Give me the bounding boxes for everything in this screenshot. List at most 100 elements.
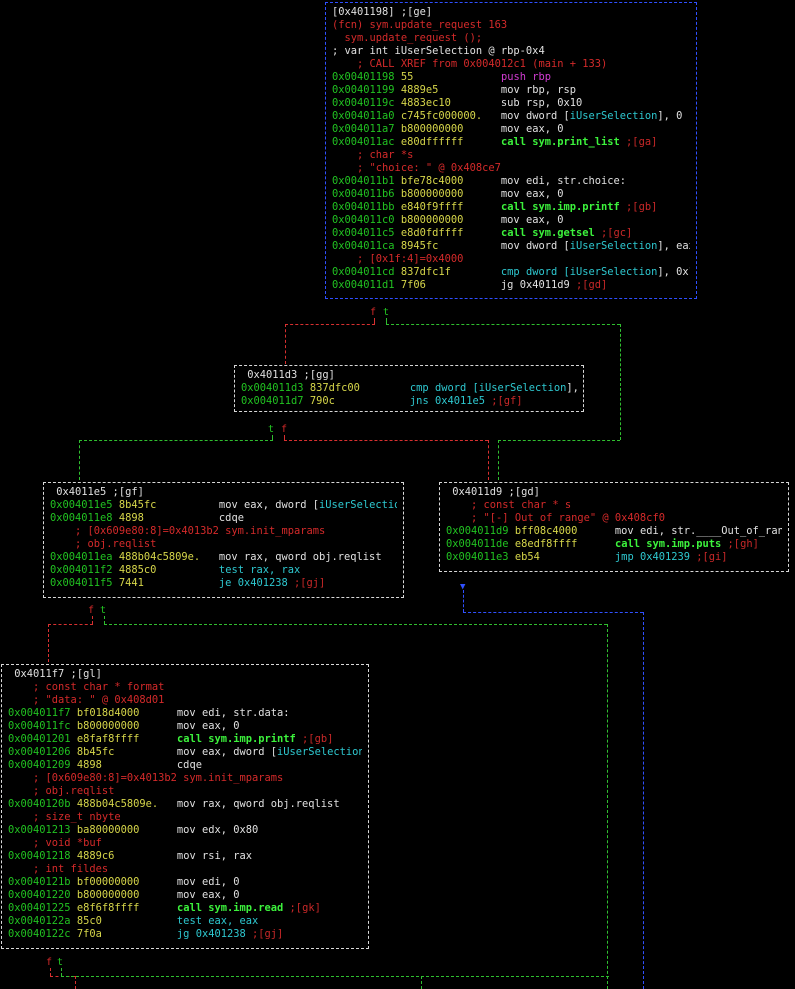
instruction-line[interactable]: ; obj.reqlist <box>50 538 397 551</box>
instruction-segment: ; size_t nbyte <box>8 811 121 823</box>
instruction-line[interactable]: (fcn) sym.update_request 163 <box>332 19 690 32</box>
instruction-line[interactable]: 0x004011f5 7441 je 0x401238 ;[gj] <box>50 577 397 590</box>
instruction-line[interactable]: 0x004011cd 837dfc1f cmp dword [iUserSele… <box>332 266 690 279</box>
instruction-line[interactable]: 0x00401218 4889c6 mov rsi, rax <box>8 850 362 863</box>
instruction-line[interactable]: ; "choice: " @ 0x408ce7 <box>332 162 690 175</box>
instruction-line[interactable]: 0x004011c5 e8d0fdffff call sym.getsel ;[… <box>332 227 690 240</box>
instruction-line[interactable]: 0x004011ac e80dffffff call sym.print_lis… <box>332 136 690 149</box>
instruction-line[interactable]: ; [0x609e80:8]=0x4013b2 sym.init_mparams <box>50 525 397 538</box>
instruction-line[interactable]: 0x004011f2 4885c0 test rax, rax <box>50 564 397 577</box>
instruction-segment: mov eax, 0 <box>463 214 564 226</box>
edge-false-4011d3-horizontal <box>284 440 488 441</box>
instruction-line[interactable]: 0x00401198 55 push rbp <box>332 71 690 84</box>
instruction-segment: ;[gk] <box>283 902 321 914</box>
instruction-segment: cmp dword [ <box>500 266 570 278</box>
graph-node-4011d9[interactable]: 0x4011d9 ;[gd] ; const char * s ; "[-] O… <box>439 482 789 572</box>
edge-false-4011d3-to-4011d9 <box>488 440 489 480</box>
instruction-segment: 55 <box>400 71 414 83</box>
instruction-line[interactable]: ; int fildes <box>8 863 362 876</box>
instruction-line[interactable]: 0x00401209 4898 cdqe <box>8 759 362 772</box>
instruction-segment <box>413 71 501 83</box>
instruction-segment: 0x004011e8 <box>50 512 119 524</box>
instruction-segment: 0x004011d7 <box>241 395 310 407</box>
instruction-line[interactable]: 0x0040120b 488b04c5809e. mov rax, qword … <box>8 798 362 811</box>
instruction-segment: 0x0040121b <box>8 876 77 888</box>
instruction-segment: ; obj.reqlist <box>8 785 115 797</box>
instruction-segment: jg 0x401238 <box>101 928 252 940</box>
instruction-segment: 0x004011fc <box>8 720 77 732</box>
instruction-segment: ], 0x1f <box>657 266 690 278</box>
instruction-segment: test eax, eax <box>101 915 259 927</box>
instruction-line[interactable]: 0x004011e3 eb54 jmp 0x401239 ;[gi] <box>446 551 782 564</box>
instruction-line[interactable]: 0x0040122c 7f0a jg 0x401238 ;[gj] <box>8 928 362 941</box>
edge-false-root-to-4011d3 <box>285 324 286 364</box>
instruction-segment: mov eax, dword [ <box>156 499 320 511</box>
instruction-line[interactable]: 0x0040119c 4883ec10 sub rsp, 0x10 <box>332 97 690 110</box>
instruction-segment: 0x004011c0 <box>332 214 401 226</box>
graph-node-update-request[interactable]: [0x401198] ;[ge] (fcn) sym.update_reques… <box>325 2 697 299</box>
instruction-line[interactable]: ; [0x1f:4]=0x4000 <box>332 253 690 266</box>
edge-false-4011e5-horizontal <box>48 624 93 625</box>
instruction-segment: ; void *buf <box>8 837 102 849</box>
instruction-line[interactable]: ; "data: " @ 0x408d01 <box>8 694 362 707</box>
instruction-line[interactable]: 0x004011d3 837dfc00 cmp dword [iUserSele… <box>241 382 577 395</box>
instruction-segment: ;[gb] <box>295 733 334 745</box>
instruction-segment <box>139 733 177 745</box>
edge-true-root-horizontal <box>386 324 620 325</box>
instruction-line[interactable]: 0x00401201 e8faf8ffff call sym.imp.print… <box>8 733 362 746</box>
instruction-line[interactable]: 0x004011d1 7f06 jg 0x4011d9 ;[gd] <box>332 279 690 292</box>
graph-node-4011d3[interactable]: 0x4011d3 ;[gg] 0x004011d3 837dfc00 cmp d… <box>234 365 584 412</box>
instruction-line[interactable]: ; obj.reqlist <box>8 785 362 798</box>
instruction-line[interactable]: 0x004011ea 488b04c5809e. mov rax, qword … <box>50 551 397 564</box>
instruction-segment: mov rbp, rsp <box>438 84 577 96</box>
instruction-line[interactable]: ; char *s <box>332 149 690 162</box>
instruction-segment: cdqe <box>143 512 244 524</box>
instruction-segment: mov eax, dword [ <box>114 746 278 758</box>
instruction-line[interactable]: 0x004011d9 bff08c4000 mov edi, str.____O… <box>446 525 782 538</box>
instruction-line[interactable]: ; CALL XREF from 0x004012c1 (main + 133) <box>332 58 690 71</box>
instruction-segment: 0x00401199 <box>332 84 401 96</box>
instruction-line[interactable]: 0x004011bb e840f9ffff call sym.imp.print… <box>332 201 690 214</box>
instruction-line[interactable]: sym.update_request (); <box>332 32 690 45</box>
edge-true-root-to-4011d9 <box>620 324 621 440</box>
edge-true-4011d3-horizontal <box>79 440 273 441</box>
instruction-line[interactable]: 0x00401225 e8f6f8ffff call sym.imp.read … <box>8 902 362 915</box>
instruction-line[interactable]: 0x00401220 b800000000 mov eax, 0 <box>8 889 362 902</box>
graph-node-4011f7[interactable]: 0x4011f7 ;[gl] ; const char * format ; "… <box>1 664 369 949</box>
instruction-line[interactable]: 0x004011c0 b800000000 mov eax, 0 <box>332 214 690 227</box>
instruction-line[interactable]: ; [0x609e80:8]=0x4013b2 sym.init_mparams <box>8 772 362 785</box>
instruction-line[interactable]: 0x00401206 8b45fc mov eax, dword [iUserS… <box>8 746 362 759</box>
instruction-line[interactable]: ; var int iUserSelection @ rbp-0x4 <box>332 45 690 58</box>
instruction-line[interactable]: 0x004011a7 b800000000 mov eax, 0 <box>332 123 690 136</box>
instruction-line[interactable]: 0x004011a0 c745fc000000. mov dword [iUse… <box>332 110 690 123</box>
instruction-line[interactable]: ; size_t nbyte <box>8 811 362 824</box>
instruction-segment <box>463 201 501 213</box>
instruction-segment: b800000000 <box>400 188 464 200</box>
edge-true-4011e5-down <box>104 616 105 624</box>
instruction-line[interactable]: 0x004011b1 bfe78c4000 mov edi, str.choic… <box>332 175 690 188</box>
instruction-segment: e8edf8ffff <box>514 538 578 550</box>
instruction-line[interactable]: 0x00401199 4889e5 mov rbp, rsp <box>332 84 690 97</box>
instruction-line[interactable]: 0x004011de e8edf8ffff call sym.imp.puts … <box>446 538 782 551</box>
instruction-segment: ;[gc] <box>594 227 633 239</box>
instruction-line[interactable]: 0x004011fc b800000000 mov eax, 0 <box>8 720 362 733</box>
instruction-line[interactable]: 0x004011b6 b800000000 mov eax, 0 <box>332 188 690 201</box>
instruction-line[interactable]: 0x004011ca 8945fc mov dword [iUserSelect… <box>332 240 690 253</box>
instruction-segment: iUserSelection <box>569 110 658 122</box>
instruction-segment: 0x00401201 <box>8 733 77 745</box>
instruction-line[interactable]: 0x0040121b bf00000000 mov edi, 0 <box>8 876 362 889</box>
instruction-line[interactable]: 0x004011f7 bf018d4000 mov edi, str.data: <box>8 707 362 720</box>
instruction-segment: 0x004011c5 <box>332 227 401 239</box>
instruction-line[interactable]: ; const char * format <box>8 681 362 694</box>
instruction-line[interactable]: 0x0040122a 85c0 test eax, eax <box>8 915 362 928</box>
instruction-line[interactable]: ; "[-] Out of range" @ 0x408cf0 <box>446 512 782 525</box>
instruction-line[interactable]: 0x004011d7 790c jns 0x4011e5 ;[gf] <box>241 395 577 408</box>
instruction-line[interactable]: ; void *buf <box>8 837 362 850</box>
instruction-line[interactable]: ; const char * s <box>446 499 782 512</box>
instruction-line[interactable]: 0x00401213 ba80000000 mov edx, 0x80 <box>8 824 362 837</box>
instruction-line[interactable]: 0x004011e5 8b45fc mov eax, dword [iUserS… <box>50 499 397 512</box>
instruction-segment: 790c <box>309 395 335 407</box>
instruction-line[interactable]: 0x004011e8 4898 cdqe <box>50 512 397 525</box>
instruction-segment: test rax, rax <box>156 564 301 576</box>
graph-node-4011e5[interactable]: 0x4011e5 ;[gf] 0x004011e5 8b45fc mov eax… <box>43 482 404 598</box>
